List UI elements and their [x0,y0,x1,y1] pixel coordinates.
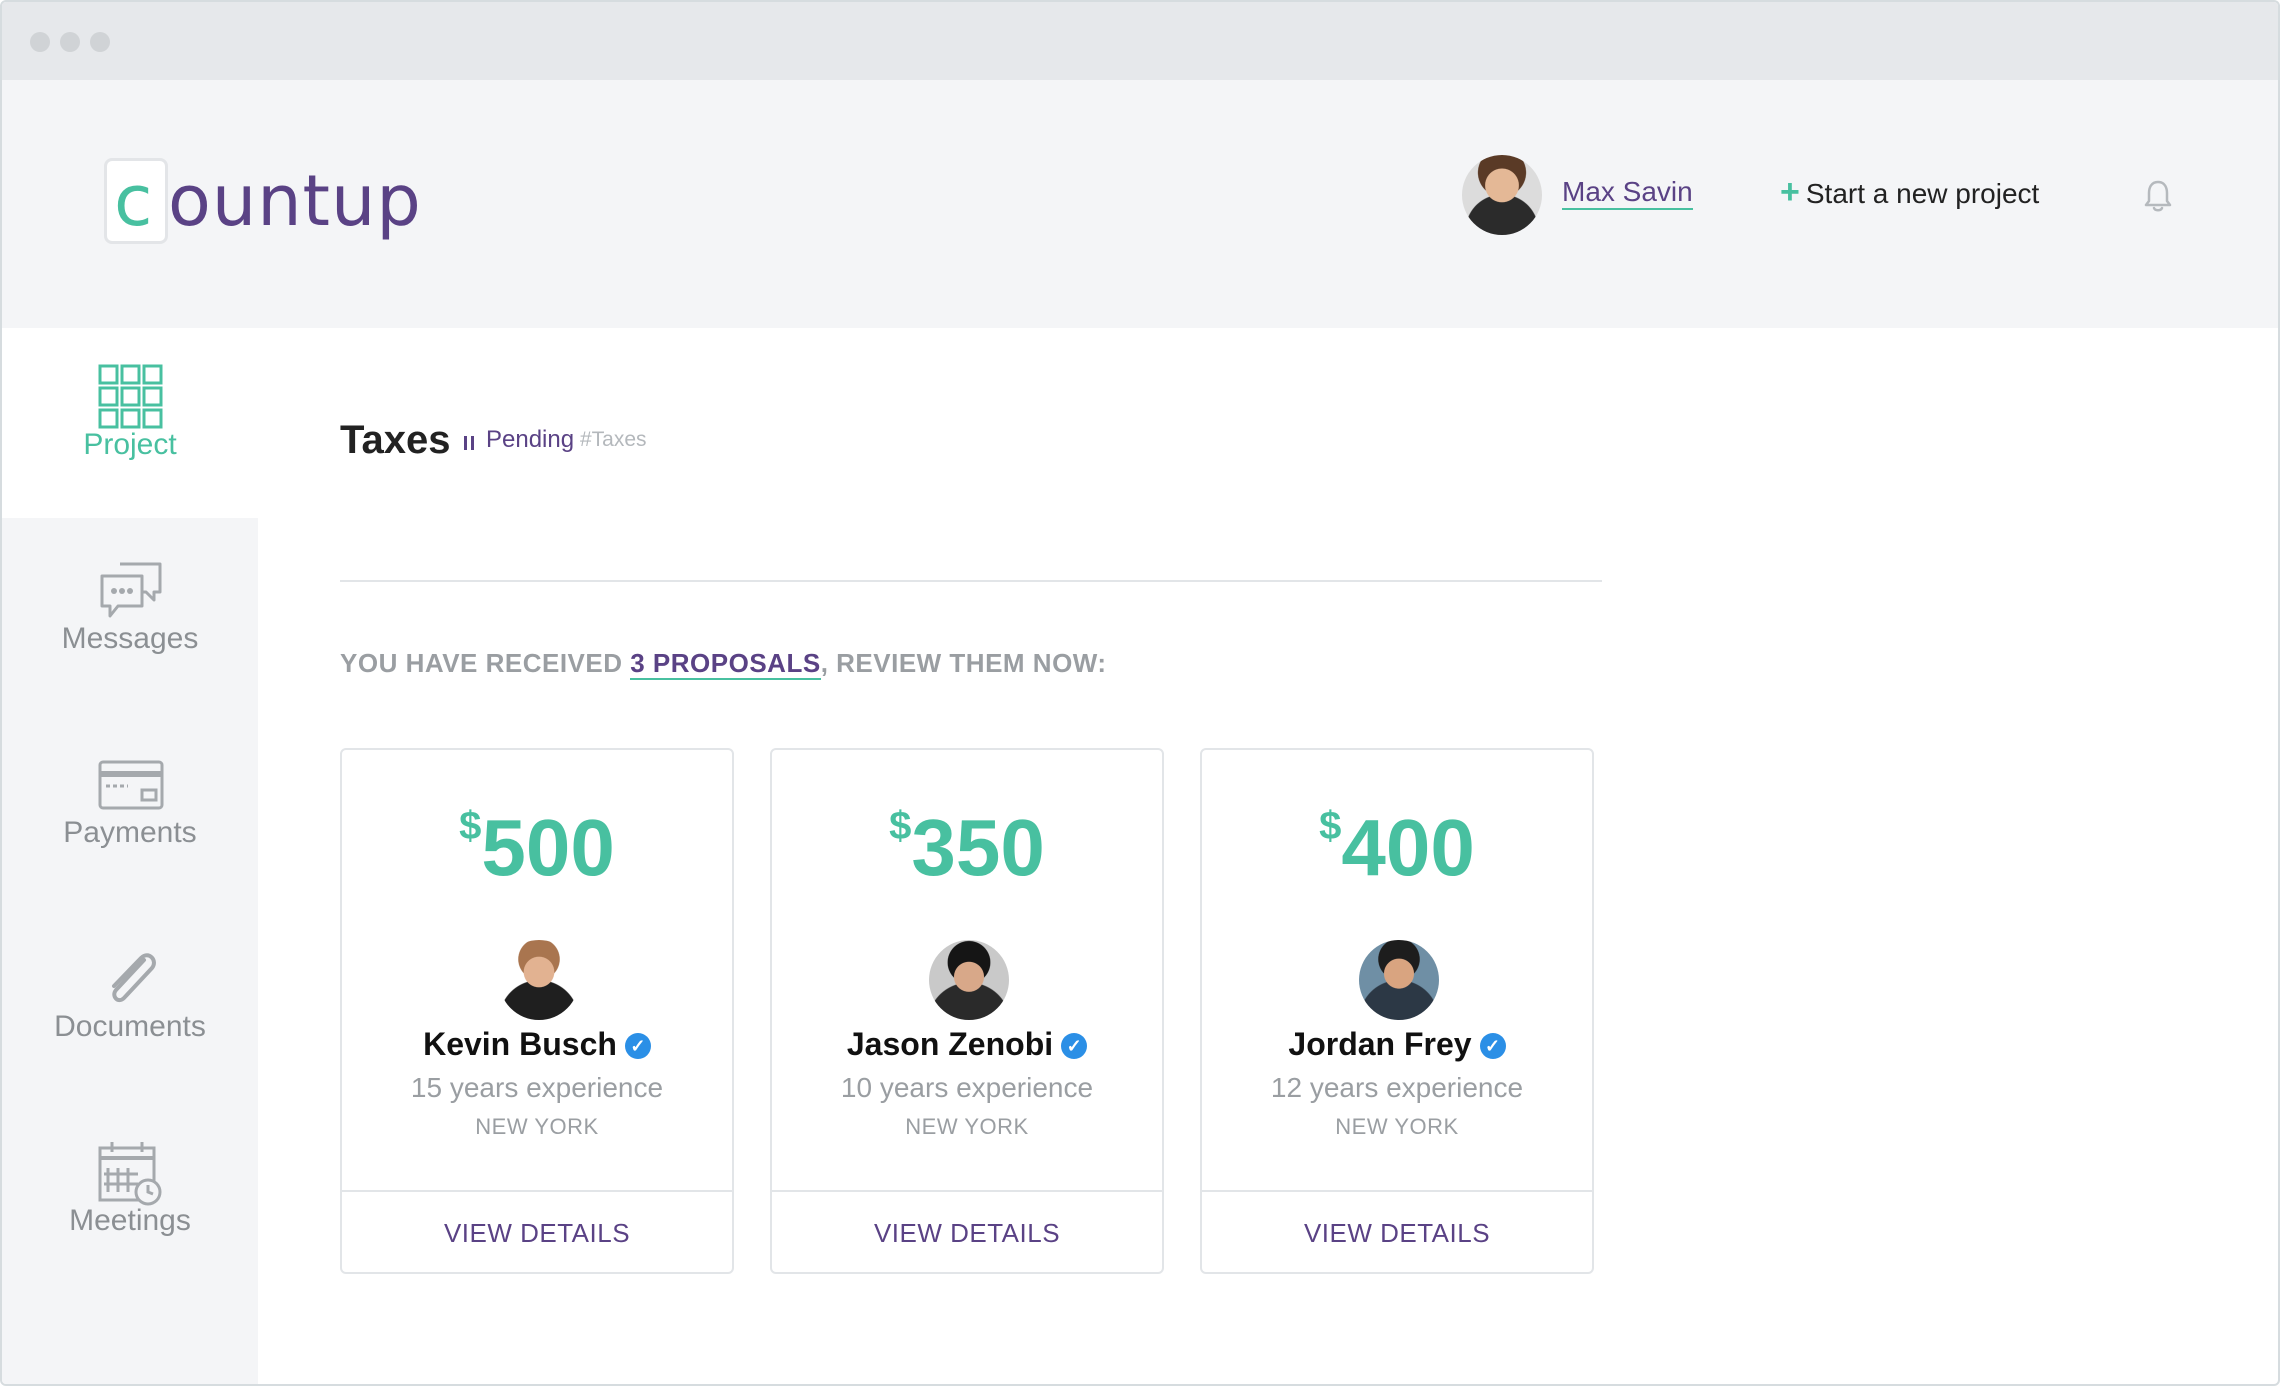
view-details-button[interactable]: VIEW DETAILS [342,1192,732,1274]
divider [340,580,1602,582]
proposals-suffix: , REVIEW THEM NOW: [820,648,1107,678]
view-details-button[interactable]: VIEW DETAILS [1202,1192,1592,1274]
sidebar-item-label: Documents [54,1010,206,1043]
proposals-count-link[interactable]: 3 PROPOSALS [630,648,821,680]
currency-symbol: $ [459,804,482,848]
freelancer-name: Kevin Busch ✓ [342,1026,732,1063]
experience-text: 12 years experience [1270,1072,1524,1103]
window-minimize-dot[interactable] [60,32,80,52]
currency-symbol: $ [889,804,912,848]
page-title: Taxes [340,418,451,462]
start-new-project-label: Start a new project [1805,178,2040,209]
avatar[interactable] [499,940,579,1020]
status-badge: Pending [486,426,575,453]
header: c ountup Max Savin + Start a new project [2,80,2278,328]
grid-icon [98,364,163,429]
logo-wordmark: ountup [168,160,422,242]
window-maximize-dot[interactable] [90,32,110,52]
avatar[interactable] [929,940,1009,1020]
countup-logo[interactable]: c ountup [98,152,421,262]
city-text: NEW YORK [905,1114,1029,1139]
credit-card-icon [98,760,164,810]
freelancer-name: Jason Zenobi ✓ [772,1026,1162,1063]
start-new-project-button[interactable]: + Start a new project [1780,173,2040,211]
price-amount: 400 [1341,803,1475,892]
plus-icon: + [1780,173,1800,211]
calendar-icon [98,1142,162,1206]
freelancer-name-text: Jason Zenobi [846,1026,1054,1062]
sidebar-item-label: Meetings [69,1204,191,1237]
experience-text: 10 years experience [840,1072,1094,1103]
city-text: NEW YORK [475,1114,599,1139]
sidebar-item-label: Payments [63,816,197,849]
chat-icon [100,562,162,618]
main-content: Taxes Pending #Taxes YOU HAVE RECEIVED 3… [258,328,2278,1384]
sidebar-item-documents[interactable]: Documents [2,910,258,1100]
proposal-price: $500 [342,800,732,896]
proposal-price: $400 [1202,800,1592,896]
sidebar-item-project[interactable]: Project [2,328,258,518]
sidebar-item-label: Messages [61,622,199,655]
verified-check-icon: ✓ [1061,1033,1088,1059]
sidebar: Project Messages Payments Documents Meet… [2,328,258,1384]
avatar[interactable] [1359,940,1439,1020]
sidebar-item-payments[interactable]: Payments [2,716,258,906]
sidebar-item-messages[interactable]: Messages [2,522,258,712]
proposals-message: YOU HAVE RECEIVED 3 PROPOSALS, REVIEW TH… [340,648,1107,680]
freelancer-name-text: Kevin Busch [423,1026,617,1062]
project-tag[interactable]: #Taxes [580,428,647,452]
price-amount: 500 [481,803,615,892]
freelancer-name: Jordan Frey ✓ [1202,1026,1592,1063]
verified-check-icon: ✓ [624,1033,651,1059]
proposal-price: $350 [772,800,1162,896]
app-window: c ountup Max Savin + Start a new project … [0,0,2280,1386]
title-bar [2,2,2278,80]
window-close-dot[interactable] [30,32,50,52]
proposal-card: $350 Jason Zenobi ✓ 10 years experience N… [770,748,1164,1274]
sidebar-item-label: Project [83,428,177,461]
verified-check-icon: ✓ [1479,1033,1506,1059]
logo-c-letter: c [114,160,153,242]
city-text: NEW YORK [1335,1114,1459,1139]
user-name-link[interactable]: Max Savin [1562,176,1693,210]
view-details-button[interactable]: VIEW DETAILS [772,1192,1162,1274]
sidebar-item-meetings[interactable]: Meetings [2,1104,258,1294]
experience-text: 15 years experience [410,1072,664,1103]
freelancer-name-text: Jordan Frey [1288,1026,1472,1062]
currency-symbol: $ [1319,804,1342,848]
proposal-card: $500 Kevin Busch ✓ 15 years experience NE… [340,748,734,1274]
proposals-prefix: YOU HAVE RECEIVED [340,648,631,678]
bell-icon[interactable] [2138,176,2178,216]
user-avatar[interactable] [1462,155,1542,235]
status-marker-icon [464,436,474,450]
price-amount: 350 [911,803,1045,892]
paperclip-icon [112,953,156,1003]
proposal-card: $400 Jordan Frey ✓ 12 years experience NE… [1200,748,1594,1274]
